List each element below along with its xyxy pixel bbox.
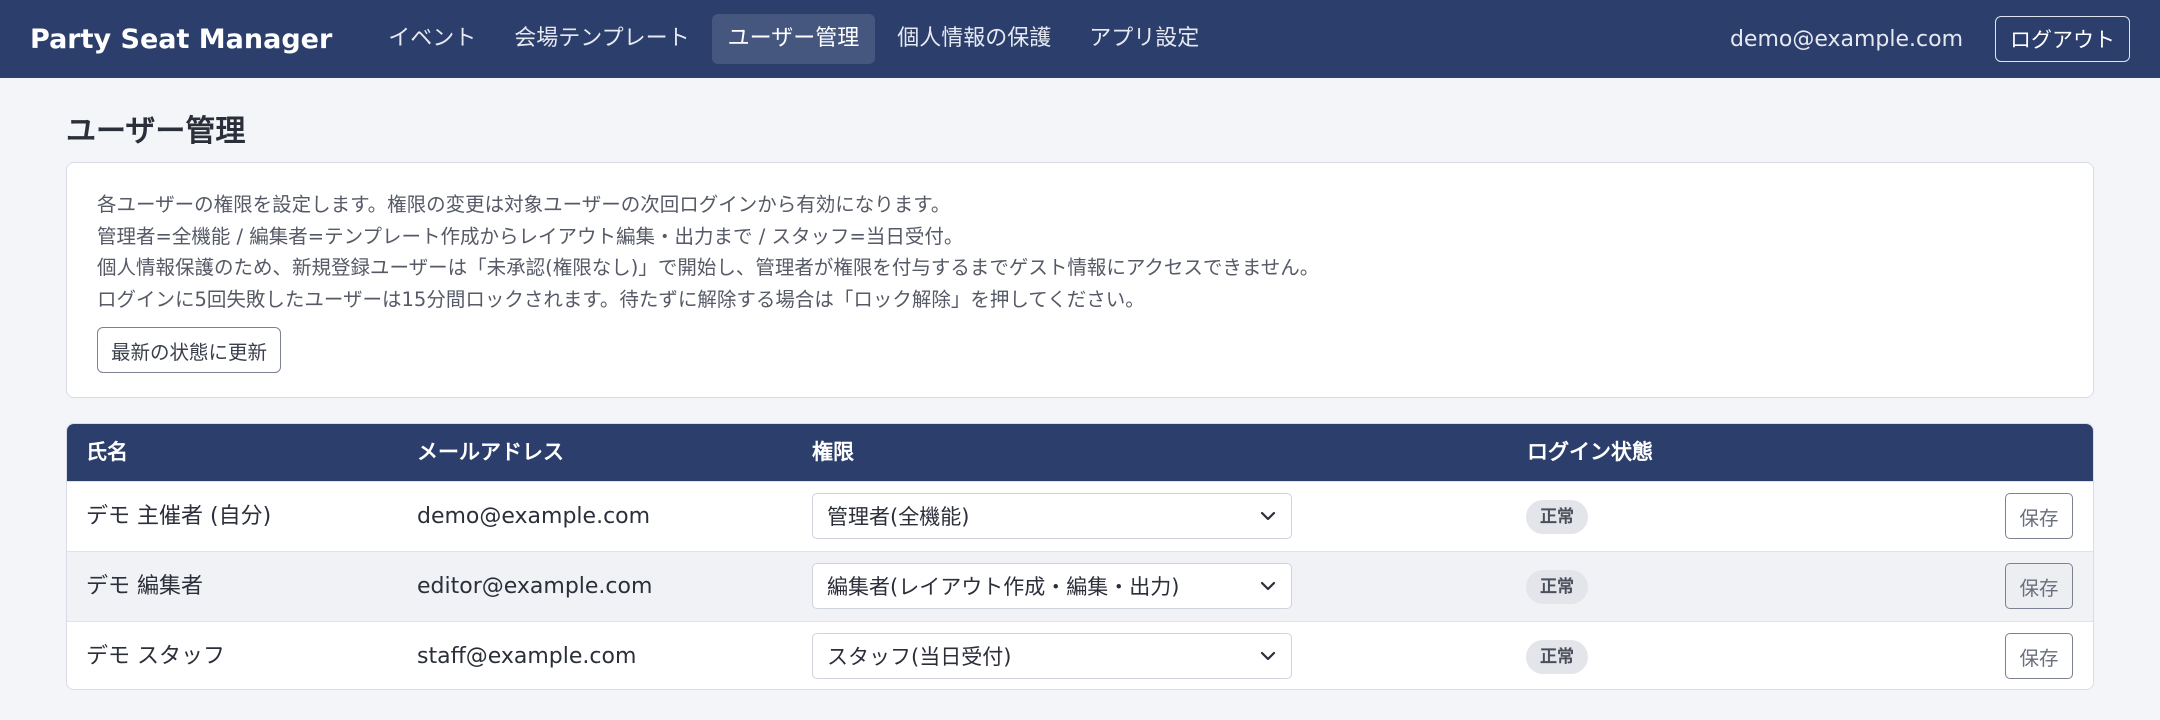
top-navigation-bar: Party Seat Manager イベント 会場テンプレート ユーザー管理 … — [0, 0, 2160, 78]
users-table: 氏名 メールアドレス 権限 ログイン状態 デモ 主催者 (自分) demo@ex… — [66, 423, 2094, 690]
nav-item-privacy[interactable]: 個人情報の保護 — [881, 14, 1067, 64]
save-button[interactable]: 保存 — [2005, 563, 2073, 609]
logout-button[interactable]: ログアウト — [1995, 16, 2130, 62]
info-line: 各ユーザーの権限を設定します。権限の変更は対象ユーザーの次回ログインから有効にな… — [97, 193, 951, 216]
status-badge: 正常 — [1526, 570, 1588, 604]
nav-item-app-settings[interactable]: アプリ設定 — [1073, 14, 1215, 64]
refresh-button[interactable]: 最新の状態に更新 — [97, 327, 282, 373]
role-select[interactable]: スタッフ(当日受付) — [812, 633, 1292, 679]
info-card: 各ユーザーの権限を設定します。権限の変更は対象ユーザーの次回ログインから有効にな… — [66, 162, 2094, 398]
info-line: ログインに5回失敗したユーザーは15分間ロックされます。待たずに解除する場合は「… — [97, 287, 1145, 311]
role-select[interactable]: 管理者(全機能) — [812, 493, 1292, 539]
role-select[interactable]: 編集者(レイアウト作成・編集・出力) — [812, 563, 1292, 609]
account-area: demo@example.com ログアウト — [1730, 16, 2130, 62]
user-email: editor@example.com — [417, 574, 653, 599]
save-button[interactable]: 保存 — [2005, 633, 2073, 679]
header-login-status: ログイン状態 — [1527, 440, 1653, 464]
chevron-down-icon — [1260, 511, 1276, 521]
save-button[interactable]: 保存 — [2005, 493, 2073, 539]
chevron-down-icon — [1260, 581, 1276, 591]
header-role: 権限 — [812, 440, 854, 464]
header-name: 氏名 — [86, 440, 128, 464]
user-email: staff@example.com — [417, 644, 637, 669]
table-header: 氏名 メールアドレス 権限 ログイン状態 — [67, 424, 2093, 481]
main-nav: イベント 会場テンプレート ユーザー管理 個人情報の保護 アプリ設定 — [372, 14, 1215, 64]
user-name: デモ 主催者 (自分) — [86, 504, 272, 529]
role-select-value: スタッフ(当日受付) — [827, 645, 1012, 669]
role-select-value: 編集者(レイアウト作成・編集・出力) — [827, 575, 1180, 599]
nav-item-user-management[interactable]: ユーザー管理 — [711, 14, 876, 64]
info-line: 管理者=全機能 / 編集者=テンプレート作成からレイアウト編集・出力まで / ス… — [97, 224, 964, 248]
user-name: デモ 編集者 — [86, 574, 203, 599]
app-brand[interactable]: Party Seat Manager — [30, 24, 332, 55]
status-badge: 正常 — [1526, 500, 1588, 534]
chevron-down-icon — [1260, 651, 1276, 661]
table-row: デモ スタッフ staff@example.com スタッフ(当日受付) 正常 … — [67, 621, 2093, 689]
status-badge: 正常 — [1526, 640, 1588, 674]
role-select-value: 管理者(全機能) — [827, 505, 970, 529]
info-line: 個人情報保護のため、新規登録ユーザーは「未承認(権限なし)」で開始し、管理者が権… — [97, 256, 1320, 279]
page-title: ユーザー管理 — [66, 114, 246, 149]
nav-item-venue-templates[interactable]: 会場テンプレート — [498, 14, 705, 64]
current-user-email: demo@example.com — [1729, 26, 1963, 52]
user-name: デモ スタッフ — [86, 644, 225, 669]
table-row: デモ 主催者 (自分) demo@example.com 管理者(全機能) 正常… — [67, 481, 2093, 551]
header-email: メールアドレス — [417, 440, 564, 464]
user-email: demo@example.com — [417, 504, 651, 529]
nav-item-events[interactable]: イベント — [372, 14, 492, 64]
table-row: デモ 編集者 editor@example.com 編集者(レイアウト作成・編集… — [67, 551, 2093, 621]
